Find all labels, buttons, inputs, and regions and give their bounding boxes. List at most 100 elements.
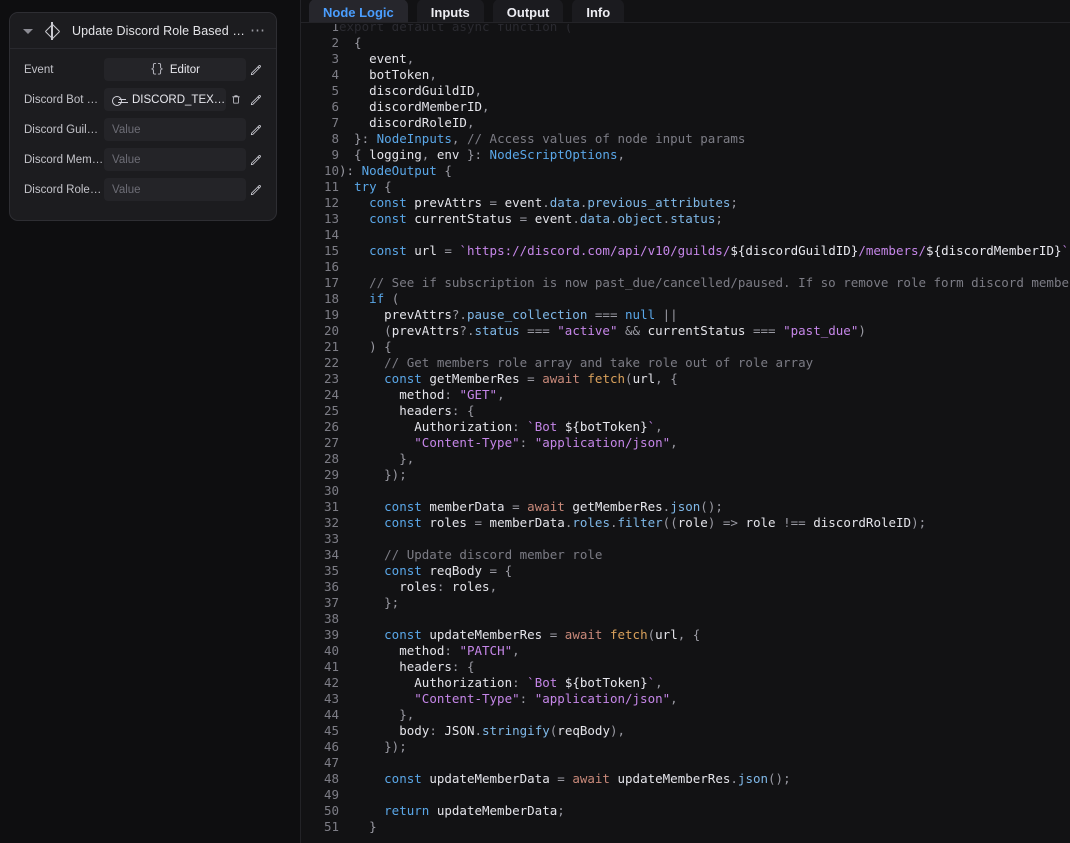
line-content[interactable]: Authorization: `Bot ${botToken}`,	[339, 419, 1070, 435]
line-number: 41	[301, 659, 339, 675]
line-content[interactable]: try {	[339, 179, 1070, 195]
line-number: 8	[301, 131, 339, 147]
code-line: 44 },	[301, 707, 1070, 723]
line-content[interactable]: return updateMemberData;	[339, 803, 1070, 819]
line-content[interactable]: },	[339, 451, 1070, 467]
line-content[interactable]: ) {	[339, 339, 1070, 355]
line-content[interactable]: event,	[339, 51, 1070, 67]
line-number: 51	[301, 819, 339, 835]
line-content[interactable]: const reqBody = {	[339, 563, 1070, 579]
tab-node-logic[interactable]: Node Logic	[309, 0, 408, 23]
line-number: 20	[301, 323, 339, 339]
line-content[interactable]: const prevAttrs = event.data.previous_at…	[339, 195, 1070, 211]
app-root: Update Discord Role Based … ⋯ Event{}Edi…	[0, 0, 1070, 843]
line-number: 14	[301, 227, 339, 243]
code-line: 43 "Content-Type": "application/json",	[301, 691, 1070, 707]
pencil-icon[interactable]	[246, 119, 266, 141]
tab-inputs[interactable]: Inputs	[417, 0, 484, 23]
line-content[interactable]: (prevAttrs?.status === "active" && curre…	[339, 323, 1070, 339]
line-content[interactable]: body: JSON.stringify(reqBody),	[339, 723, 1070, 739]
code-editor[interactable]: 1export default async function (2 {3 eve…	[301, 24, 1070, 843]
line-content[interactable]: // Get members role array and take role …	[339, 355, 1070, 371]
line-content[interactable]: },	[339, 707, 1070, 723]
code-line: 11 try {	[301, 179, 1070, 195]
line-content[interactable]: discordRoleID,	[339, 115, 1070, 131]
code-scroll-region[interactable]: 1export default async function (2 {3 eve…	[301, 24, 1070, 843]
line-content[interactable]: });	[339, 467, 1070, 483]
line-content[interactable]: headers: {	[339, 403, 1070, 419]
pencil-icon[interactable]	[246, 89, 266, 111]
line-number: 21	[301, 339, 339, 355]
line-content[interactable]: }	[339, 819, 1070, 835]
parameter-placeholder: Value	[112, 184, 141, 196]
line-content[interactable]: method: "GET",	[339, 387, 1070, 403]
line-content[interactable]: const roles = memberData.roles.filter((r…	[339, 515, 1070, 531]
line-content[interactable]: "Content-Type": "application/json",	[339, 435, 1070, 451]
code-line: 46 });	[301, 739, 1070, 755]
line-content[interactable]: if (	[339, 291, 1070, 307]
line-content[interactable]	[339, 531, 1070, 547]
line-content[interactable]: };	[339, 595, 1070, 611]
code-line: 31 const memberData = await getMemberRes…	[301, 499, 1070, 515]
pencil-icon[interactable]	[246, 59, 266, 81]
code-line: 41 headers: {	[301, 659, 1070, 675]
code-line: 17 // See if subscription is now past_du…	[301, 275, 1070, 291]
line-number: 2	[301, 35, 339, 51]
line-content[interactable]: // See if subscription is now past_due/c…	[339, 275, 1070, 291]
code-line: 39 const updateMemberRes = await fetch(u…	[301, 627, 1070, 643]
pencil-icon[interactable]	[246, 149, 266, 171]
parameter-label: Event	[24, 64, 104, 76]
parameter-value-field[interactable]: {}Editor	[104, 58, 246, 81]
line-content[interactable]: ): NodeOutput {	[339, 163, 1070, 179]
code-line: 13 const currentStatus = event.data.obje…	[301, 211, 1070, 227]
line-content[interactable]: const memberData = await getMemberRes.js…	[339, 499, 1070, 515]
line-content[interactable]: const getMemberRes = await fetch(url, {	[339, 371, 1070, 387]
line-content[interactable]: "Content-Type": "application/json",	[339, 691, 1070, 707]
line-number: 29	[301, 467, 339, 483]
line-number: 48	[301, 771, 339, 787]
line-content[interactable]: botToken,	[339, 67, 1070, 83]
line-content[interactable]: prevAttrs?.pause_collection === null ||	[339, 307, 1070, 323]
line-content[interactable]: method: "PATCH",	[339, 643, 1070, 659]
line-content[interactable]: headers: {	[339, 659, 1070, 675]
line-content[interactable]: const url = `https://discord.com/api/v10…	[339, 243, 1070, 259]
line-content[interactable]: const updateMemberRes = await fetch(url,…	[339, 627, 1070, 643]
line-content[interactable]: export default async function (	[339, 24, 1070, 35]
line-content[interactable]	[339, 259, 1070, 275]
line-content[interactable]: });	[339, 739, 1070, 755]
parameter-value-field[interactable]: Value	[104, 178, 246, 201]
line-content[interactable]: }: NodeInputs, // Access values of node …	[339, 131, 1070, 147]
code-line: 30	[301, 483, 1070, 499]
pencil-icon[interactable]	[246, 179, 266, 201]
line-content[interactable]: { logging, env }: NodeScriptOptions,	[339, 147, 1070, 163]
line-content[interactable]	[339, 611, 1070, 627]
parameter-placeholder: Value	[112, 124, 141, 136]
chevron-down-icon[interactable]	[21, 24, 35, 38]
ellipsis-icon[interactable]: ⋯	[249, 27, 267, 35]
line-content[interactable]: const updateMemberData = await updateMem…	[339, 771, 1070, 787]
code-line: 42 Authorization: `Bot ${botToken}`,	[301, 675, 1070, 691]
line-content[interactable]: discordGuildID,	[339, 83, 1070, 99]
line-content[interactable]	[339, 227, 1070, 243]
line-content[interactable]: // Update discord member role	[339, 547, 1070, 563]
node-title: Update Discord Role Based …	[72, 24, 249, 38]
tab-output[interactable]: Output	[493, 0, 564, 23]
tab-info[interactable]: Info	[572, 0, 624, 23]
line-content[interactable]	[339, 787, 1070, 803]
diamond-node-icon[interactable]	[43, 22, 61, 40]
parameter-value-field[interactable]: Value	[104, 118, 246, 141]
line-content[interactable]	[339, 755, 1070, 771]
line-number: 7	[301, 115, 339, 131]
line-content[interactable]: {	[339, 35, 1070, 51]
line-number: 36	[301, 579, 339, 595]
line-content[interactable]: roles: roles,	[339, 579, 1070, 595]
parameter-value-field[interactable]: Value	[104, 148, 246, 171]
line-content[interactable]	[339, 483, 1070, 499]
editor-tabbar: Node Logic Inputs Output Info	[301, 0, 1070, 23]
line-content[interactable]: const currentStatus = event.data.object.…	[339, 211, 1070, 227]
line-content[interactable]: Authorization: `Bot ${botToken}`,	[339, 675, 1070, 691]
parameter-value-field[interactable]: DISCORD_TEX…	[104, 88, 226, 111]
trash-icon[interactable]	[226, 89, 246, 111]
code-line: 23 const getMemberRes = await fetch(url,…	[301, 371, 1070, 387]
line-content[interactable]: discordMemberID,	[339, 99, 1070, 115]
